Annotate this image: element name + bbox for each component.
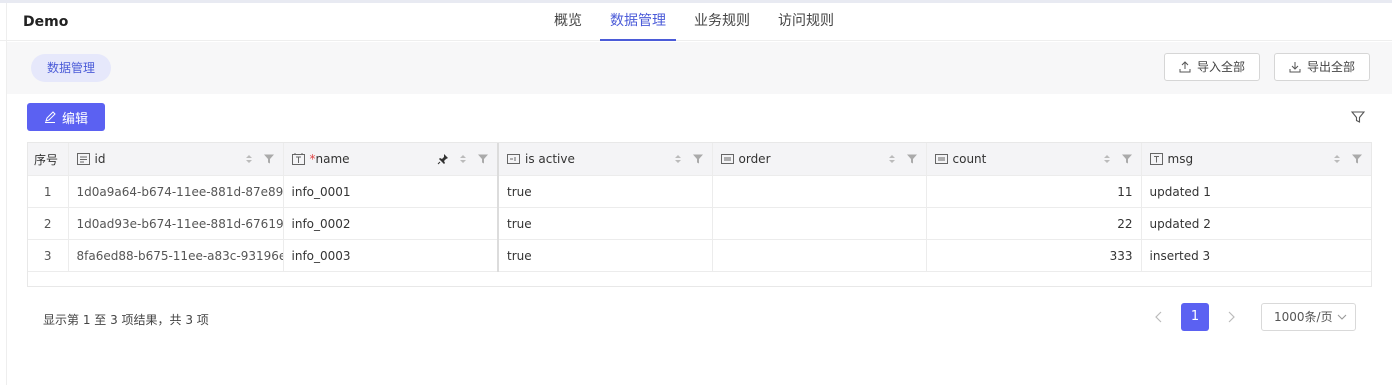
tab-overview[interactable]: 概览 (540, 3, 596, 41)
col-header-order[interactable]: order (712, 143, 927, 176)
app-title: Demo (23, 14, 69, 30)
app-header: Demo 概览 数据管理 业务规则 访问规则 (0, 3, 1392, 41)
cell-order[interactable] (712, 175, 927, 208)
table-row[interactable]: 3 8fa6ed88-b675-11ee-a83c-93196e15 info_… (28, 239, 1371, 272)
col-index-label: 序号 (34, 152, 59, 167)
sort-icon[interactable] (886, 153, 898, 165)
tab-business-rules[interactable]: 业务规则 (680, 3, 764, 41)
pin-icon[interactable] (437, 153, 449, 165)
column-filter-icon[interactable] (692, 153, 704, 165)
cell-index: 2 (28, 207, 69, 240)
cell-count[interactable]: 22 (926, 207, 1142, 240)
cell-order[interactable] (712, 207, 927, 240)
text-field-icon (76, 153, 90, 165)
tab-access-rules[interactable]: 访问规则 (764, 3, 848, 41)
cell-id[interactable]: 1d0ad93e-b674-11ee-881d-67619545 (68, 207, 284, 240)
nav-tabs: 概览 数据管理 业务规则 访问规则 (540, 3, 848, 41)
column-filter-icon[interactable] (1121, 153, 1133, 165)
pencil-icon (44, 111, 56, 123)
col-header-index: 序号 (28, 143, 69, 176)
sort-icon[interactable] (457, 153, 469, 165)
cell-is-active[interactable]: true (498, 239, 713, 272)
col-name-label: name (315, 152, 350, 166)
cell-is-active[interactable]: true (498, 175, 713, 208)
edit-label: 编辑 (61, 111, 88, 127)
col-header-is-active[interactable]: is active (498, 143, 713, 176)
download-icon (1289, 62, 1301, 73)
sort-icon[interactable] (243, 153, 255, 165)
chevron-right-icon[interactable] (1224, 309, 1238, 325)
table-header-row: 序号 id * name is active order count msg (28, 143, 1371, 176)
tab-data-management[interactable]: 数据管理 (596, 3, 680, 41)
boolean-field-icon (507, 154, 520, 164)
section-pill[interactable]: 数据管理 (31, 54, 112, 82)
number-field-icon (934, 154, 948, 164)
sort-icon[interactable] (672, 153, 684, 165)
cell-name[interactable]: info_0003 (283, 239, 499, 272)
cell-name[interactable]: info_0002 (283, 207, 499, 240)
col-count-label: count (952, 152, 987, 166)
cell-msg[interactable]: updated 1 (1141, 175, 1371, 208)
col-header-count[interactable]: count (926, 143, 1142, 176)
column-filter-icon[interactable] (263, 153, 275, 165)
column-filter-icon[interactable] (477, 153, 489, 165)
pagination-summary: 显示第 1 至 3 项结果，共 3 项 (43, 313, 209, 327)
col-order-label: order (738, 152, 771, 166)
cell-is-active[interactable]: true (498, 207, 713, 240)
column-filter-icon[interactable] (906, 153, 918, 165)
col-header-id[interactable]: id (68, 143, 284, 176)
sort-icon[interactable] (1331, 153, 1343, 165)
edit-button[interactable]: 编辑 (27, 103, 105, 131)
import-all-label: 导入全部 (1197, 60, 1246, 74)
sort-icon[interactable] (1101, 153, 1113, 165)
table-row[interactable]: 2 1d0ad93e-b674-11ee-881d-67619545 info_… (28, 207, 1371, 240)
chevron-left-icon[interactable] (1152, 309, 1166, 325)
sub-toolbar: 数据管理 导入全部 导出全部 (7, 42, 1392, 94)
export-all-label: 导出全部 (1307, 60, 1356, 74)
text-type-icon (1149, 153, 1163, 165)
export-all-button[interactable]: 导出全部 (1274, 53, 1371, 81)
cell-order[interactable] (712, 239, 927, 272)
cell-count[interactable]: 11 (926, 175, 1142, 208)
col-header-name[interactable]: * name (283, 143, 499, 176)
cell-id[interactable]: 8fa6ed88-b675-11ee-a83c-93196e15 (68, 239, 284, 272)
col-msg-label: msg (1167, 152, 1194, 166)
col-id-label: id (94, 152, 106, 166)
text-type-icon (291, 153, 305, 165)
data-table: 序号 id * name is active order count msg 1… (27, 142, 1372, 287)
col-is-active-label: is active (525, 152, 575, 166)
upload-icon (1179, 61, 1191, 73)
page-size-select[interactable]: 1000条/页 (1261, 303, 1356, 331)
cell-count[interactable]: 333 (926, 239, 1142, 272)
cell-index: 3 (28, 239, 69, 272)
cell-name[interactable]: info_0001 (283, 175, 499, 208)
cell-id[interactable]: 1d0a9a64-b674-11ee-881d-87e89ede (68, 175, 284, 208)
cell-msg[interactable]: inserted 3 (1141, 239, 1371, 272)
number-field-icon (720, 154, 734, 164)
filter-icon[interactable] (1351, 110, 1365, 124)
col-header-msg[interactable]: msg (1141, 143, 1371, 176)
table-row[interactable]: 1 1d0a9a64-b674-11ee-881d-87e89ede info_… (28, 175, 1371, 208)
column-filter-icon[interactable] (1351, 153, 1363, 165)
page-size-value: 1000条/页 (1274, 310, 1333, 324)
cell-index: 1 (28, 175, 69, 208)
chevron-down-icon (1337, 314, 1347, 320)
import-all-button[interactable]: 导入全部 (1164, 53, 1261, 81)
page-number-button[interactable]: 1 (1181, 303, 1209, 331)
cell-msg[interactable]: updated 2 (1141, 207, 1371, 240)
